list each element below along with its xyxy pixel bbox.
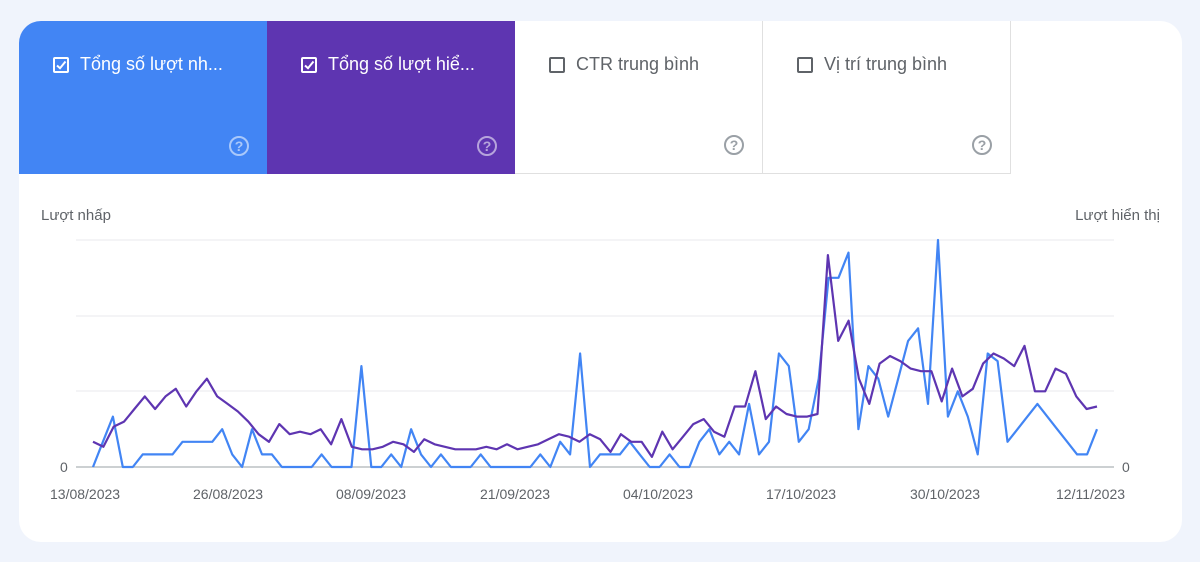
x-tick-label: 21/09/2023 (480, 486, 551, 502)
x-tick-label: 12/11/2023 (1056, 486, 1126, 502)
x-tick-label: 30/10/2023 (910, 486, 981, 502)
x-tick-label: 04/10/2023 (623, 486, 694, 502)
series-line-impressions (92, 254, 1098, 458)
x-tick-label: 08/09/2023 (336, 486, 407, 502)
series-line-clicks (91, 238, 1099, 469)
x-tick-label: 17/10/2023 (766, 486, 837, 502)
line-chart (76, 238, 1114, 469)
x-tick-label: 13/08/2023 (50, 486, 121, 502)
x-tick-label: 26/08/2023 (193, 486, 264, 502)
performance-card: Tổng số lượt nh... ? Tổng số lượt hiể...… (19, 21, 1182, 542)
